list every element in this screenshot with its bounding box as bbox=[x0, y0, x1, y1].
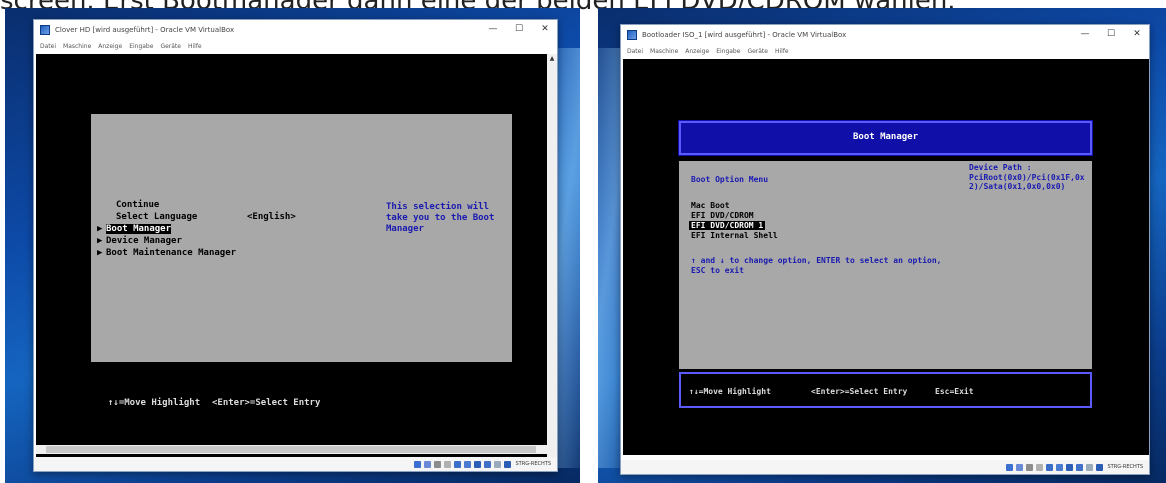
boot-item-maintenance-manager[interactable]: ▶ Boot Maintenance Manager bbox=[97, 248, 236, 258]
help-text: This selection will take you to the Boot… bbox=[386, 202, 495, 234]
network-icon[interactable] bbox=[443, 460, 451, 468]
scroll-thumb[interactable] bbox=[46, 446, 536, 453]
menu-geraete[interactable]: Geräte bbox=[747, 48, 768, 55]
menu-maschine[interactable]: Maschine bbox=[650, 48, 678, 55]
boot-option-menu-title: Boot Option Menu bbox=[691, 175, 769, 184]
menu-anzeige[interactable]: Anzeige bbox=[685, 48, 709, 55]
desktop-right: Bootloader ISO_1 [wird ausgeführt] - Ora… bbox=[598, 8, 1166, 483]
menu-eingabe[interactable]: Eingabe bbox=[716, 48, 740, 55]
footer-move-hint: ↑↓=Move Highlight bbox=[689, 387, 771, 396]
boot-option-efi-internal-shell[interactable]: EFI Internal Shell bbox=[691, 231, 778, 240]
virtualbox-icon bbox=[40, 25, 50, 35]
device-path-value: PciRoot(0x0)/Pci(0x1F,0x2)/Sata(0x1,0x0,… bbox=[969, 173, 1085, 191]
close-button[interactable]: ✕ bbox=[537, 23, 553, 35]
harddisk-icon[interactable] bbox=[1005, 463, 1013, 471]
scroll-up-icon[interactable]: ▲ bbox=[547, 54, 557, 64]
mouse-integration-icon[interactable] bbox=[1095, 463, 1103, 471]
help-line-1: ↑ and ↓ to change option, ENTER to selec… bbox=[691, 256, 942, 265]
host-key-label: STRG-RECHTS bbox=[1107, 464, 1144, 470]
display-icon[interactable] bbox=[473, 460, 481, 468]
menu-datei[interactable]: Datei bbox=[627, 48, 643, 55]
optical-drive-icon[interactable] bbox=[423, 460, 431, 468]
vm-screen[interactable]: Continue Select Language <English> ▶ Boot… bbox=[36, 54, 547, 458]
cpu-icon[interactable] bbox=[1085, 463, 1093, 471]
boot-item-continue[interactable]: Continue bbox=[107, 200, 159, 210]
maximize-button[interactable]: ☐ bbox=[511, 23, 527, 35]
boot-option-panel: Boot Option Menu Device Path : PciRoot(0… bbox=[679, 161, 1092, 369]
audio-icon[interactable] bbox=[1025, 463, 1033, 471]
host-key-label: STRG-RECHTS bbox=[515, 461, 552, 467]
minimize-button[interactable]: — bbox=[1077, 28, 1093, 40]
help-line-2: ESC to exit bbox=[691, 266, 744, 275]
shared-folder-icon[interactable] bbox=[1055, 463, 1063, 471]
recording-icon[interactable] bbox=[1075, 463, 1083, 471]
usb-icon[interactable] bbox=[453, 460, 461, 468]
boot-manager-title: Boot Manager bbox=[852, 132, 919, 142]
titlebar[interactable]: Bootloader ISO_1 [wird ausgeführt] - Ora… bbox=[621, 25, 1149, 45]
menu-hilfe[interactable]: Hilfe bbox=[188, 43, 202, 50]
footer-box: ↑↓=Move Highlight <Enter>=Select Entry E… bbox=[679, 372, 1092, 408]
boot-menu-panel: Continue Select Language <English> ▶ Boot… bbox=[91, 114, 512, 362]
menu-eingabe[interactable]: Eingabe bbox=[129, 43, 153, 50]
menu-maschine[interactable]: Maschine bbox=[63, 43, 91, 50]
display-icon[interactable] bbox=[1065, 463, 1073, 471]
desktop-left: Clover HD [wird ausgeführt] - Oracle VM … bbox=[5, 8, 580, 483]
usb-icon[interactable] bbox=[1045, 463, 1053, 471]
titlebar[interactable]: Clover HD [wird ausgeführt] - Oracle VM … bbox=[34, 20, 557, 40]
status-bar: STRG-RECHTS bbox=[621, 460, 1149, 474]
boot-option-mac-boot[interactable]: Mac Boot bbox=[691, 201, 730, 210]
status-bar: STRG-RECHTS bbox=[34, 457, 557, 471]
vm-window-clover: Clover HD [wird ausgeführt] - Oracle VM … bbox=[33, 19, 558, 472]
horizontal-scrollbar[interactable] bbox=[36, 445, 549, 454]
boot-item-boot-manager[interactable]: ▶ Boot Manager bbox=[97, 224, 172, 234]
shared-folder-icon[interactable] bbox=[463, 460, 471, 468]
minimize-button[interactable]: — bbox=[485, 23, 501, 35]
footer-select-hint: <Enter>=Select Entry bbox=[811, 387, 908, 396]
harddisk-icon[interactable] bbox=[413, 460, 421, 468]
virtualbox-icon bbox=[627, 30, 637, 40]
window-title: Bootloader ISO_1 [wird ausgeführt] - Ora… bbox=[642, 31, 847, 39]
menubar: Datei Maschine Anzeige Eingabe Geräte Hi… bbox=[34, 40, 557, 52]
vm-window-bootloader: Bootloader ISO_1 [wird ausgeführt] - Ora… bbox=[620, 24, 1150, 475]
language-value: <English> bbox=[247, 212, 296, 222]
boot-option-efi-dvd-cdrom[interactable]: EFI DVD/CDROM bbox=[691, 211, 754, 220]
maximize-button[interactable]: ☐ bbox=[1103, 28, 1119, 40]
boot-item-device-manager[interactable]: ▶ Device Manager bbox=[97, 236, 182, 246]
boot-manager-header: Boot Manager bbox=[678, 120, 1093, 156]
vm-screen[interactable]: Boot Manager Boot Option Menu Device Pat… bbox=[623, 59, 1149, 455]
footer-exit-hint: Esc=Exit bbox=[935, 387, 974, 396]
optical-drive-icon[interactable] bbox=[1015, 463, 1023, 471]
boot-option-efi-dvd-cdrom-1[interactable]: EFI DVD/CDROM 1 bbox=[689, 221, 766, 230]
close-button[interactable]: ✕ bbox=[1129, 28, 1145, 40]
menu-hilfe[interactable]: Hilfe bbox=[775, 48, 789, 55]
vertical-scrollbar[interactable]: ▲ bbox=[547, 54, 557, 458]
menu-anzeige[interactable]: Anzeige bbox=[98, 43, 122, 50]
footer-move-hint: ↑↓=Move Highlight bbox=[108, 398, 201, 408]
mouse-integration-icon[interactable] bbox=[503, 460, 511, 468]
footer-select-hint: <Enter>=Select Entry bbox=[212, 398, 321, 408]
audio-icon[interactable] bbox=[433, 460, 441, 468]
device-path-label: Device Path : bbox=[969, 163, 1032, 172]
menubar: Datei Maschine Anzeige Eingabe Geräte Hi… bbox=[621, 45, 1149, 57]
menu-datei[interactable]: Datei bbox=[40, 43, 56, 50]
menu-geraete[interactable]: Geräte bbox=[160, 43, 181, 50]
recording-icon[interactable] bbox=[483, 460, 491, 468]
boot-item-select-language[interactable]: Select Language bbox=[107, 212, 197, 222]
window-title: Clover HD [wird ausgeführt] - Oracle VM … bbox=[55, 26, 235, 34]
network-icon[interactable] bbox=[1035, 463, 1043, 471]
cpu-icon[interactable] bbox=[493, 460, 501, 468]
